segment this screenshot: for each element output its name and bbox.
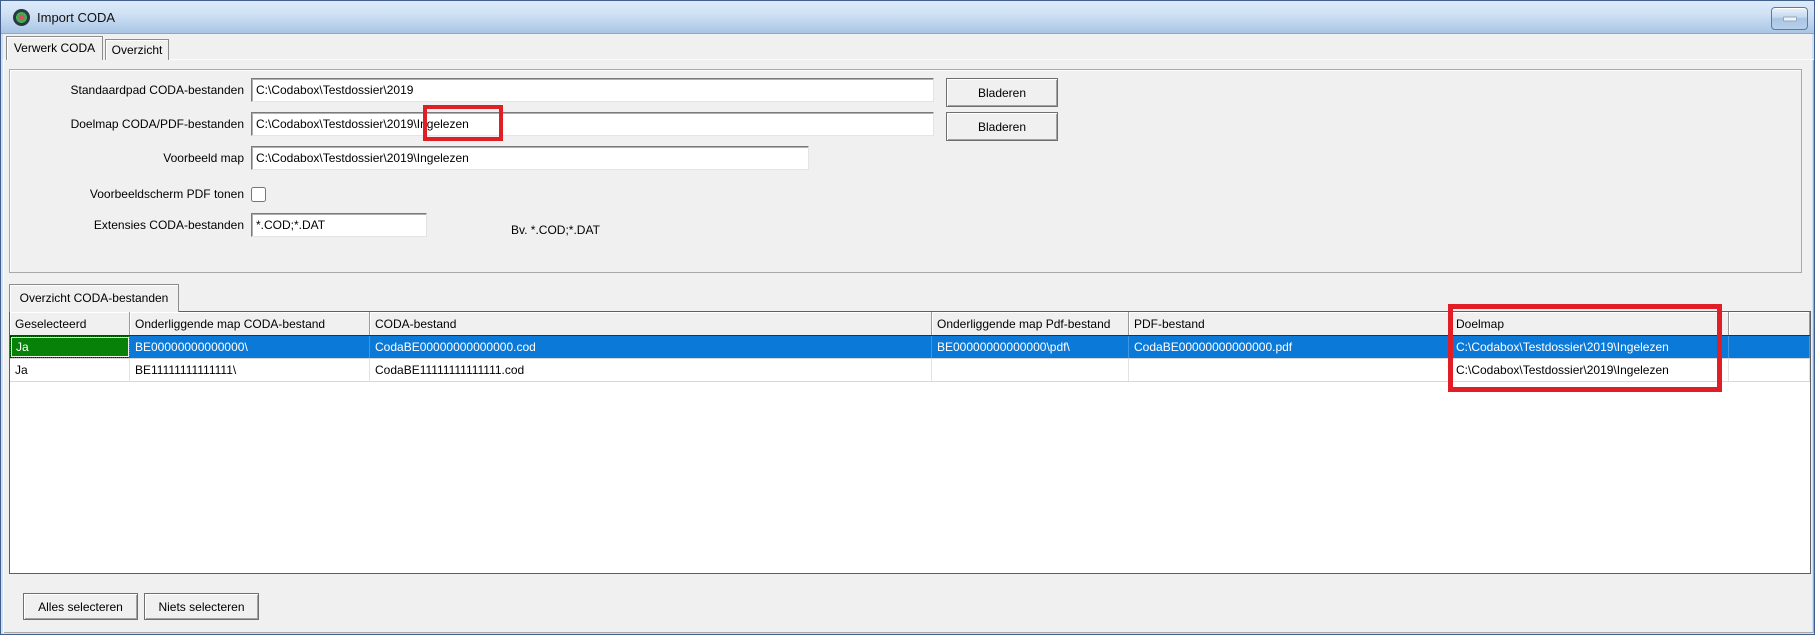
table-cell-geselecteerd[interactable]: Ja	[10, 336, 130, 358]
column-header-doelmap[interactable]: Doelmap	[1451, 312, 1729, 335]
table-cell-map-pdf[interactable]	[932, 359, 1129, 381]
coda-files-table: Geselecteerd Onderliggende map CODA-best…	[9, 311, 1811, 574]
minimize-icon	[1783, 16, 1797, 21]
tab-verwerk-coda[interactable]: Verwerk CODA	[6, 36, 103, 60]
column-header-empty	[1729, 312, 1810, 335]
voorbeeld-map-input[interactable]	[251, 146, 809, 170]
column-header-geselecteerd[interactable]: Geselecteerd	[10, 312, 130, 335]
table-cell-pdf-bestand[interactable]: CodaBE00000000000000.pdf	[1129, 336, 1451, 358]
doelmap-input[interactable]	[251, 112, 934, 136]
table-cell-map-coda[interactable]: BE11111111111111\	[130, 359, 370, 381]
column-header-onderliggende-map-coda[interactable]: Onderliggende map CODA-bestand	[130, 312, 370, 335]
table-cell-empty[interactable]	[1729, 359, 1810, 381]
subtab-overzicht-coda-bestanden[interactable]: Overzicht CODA-bestanden	[9, 284, 179, 312]
table-row[interactable]: Ja BE11111111111111\ CodaBE1111111111111…	[10, 359, 1810, 382]
titlebar: Import CODA	[1, 1, 1814, 34]
window-title: Import CODA	[37, 10, 115, 25]
extensies-label: Extensies CODA-bestanden	[11, 213, 244, 237]
table-row[interactable]: Ja BE00000000000000\ CodaBE0000000000000…	[10, 336, 1810, 359]
import-coda-window: Import CODA Verwerk CODA Overzicht Stand…	[0, 0, 1815, 635]
table-cell-pdf-bestand[interactable]	[1129, 359, 1451, 381]
doelmap-label: Doelmap CODA/PDF-bestanden	[11, 112, 244, 136]
bladeren-standaardpad-button[interactable]: Bladeren	[946, 78, 1058, 107]
extensies-hint: Bv. *.COD;*.DAT	[511, 218, 600, 242]
niets-selecteren-button[interactable]: Niets selecteren	[144, 593, 259, 620]
voorbeeld-map-label: Voorbeeld map	[11, 146, 244, 170]
table-cell-map-coda[interactable]: BE00000000000000\	[130, 336, 370, 358]
column-header-onderliggende-map-pdf[interactable]: Onderliggende map Pdf-bestand	[932, 312, 1129, 335]
app-logo-icon	[13, 9, 30, 26]
standaardpad-label: Standaardpad CODA-bestanden	[11, 78, 244, 102]
table-cell-doelmap[interactable]: C:\Codabox\Testdossier\2019\Ingelezen	[1451, 359, 1729, 381]
extensies-input[interactable]	[251, 213, 427, 237]
voorbeeldscherm-label: Voorbeeldscherm PDF tonen	[11, 182, 244, 206]
table-cell-geselecteerd[interactable]: Ja	[10, 359, 130, 381]
table-cell-coda-bestand[interactable]: CodaBE00000000000000.cod	[370, 336, 932, 358]
table-cell-empty[interactable]	[1729, 336, 1810, 358]
voorbeeldscherm-pdf-checkbox[interactable]	[251, 187, 266, 202]
bladeren-doelmap-button[interactable]: Bladeren	[946, 112, 1058, 141]
table-header-row: Geselecteerd Onderliggende map CODA-best…	[10, 312, 1810, 336]
table-cell-coda-bestand[interactable]: CodaBE11111111111111.cod	[370, 359, 932, 381]
standaardpad-input[interactable]	[251, 78, 934, 102]
tab-overzicht[interactable]: Overzicht	[105, 39, 169, 60]
column-header-coda-bestand[interactable]: CODA-bestand	[370, 312, 932, 335]
table-cell-doelmap[interactable]: C:\Codabox\Testdossier\2019\Ingelezen	[1451, 336, 1729, 358]
column-header-pdf-bestand[interactable]: PDF-bestand	[1129, 312, 1451, 335]
table-cell-map-pdf[interactable]: BE00000000000000\pdf\	[932, 336, 1129, 358]
alles-selecteren-button[interactable]: Alles selecteren	[23, 593, 138, 620]
minimize-button[interactable]	[1771, 7, 1808, 30]
